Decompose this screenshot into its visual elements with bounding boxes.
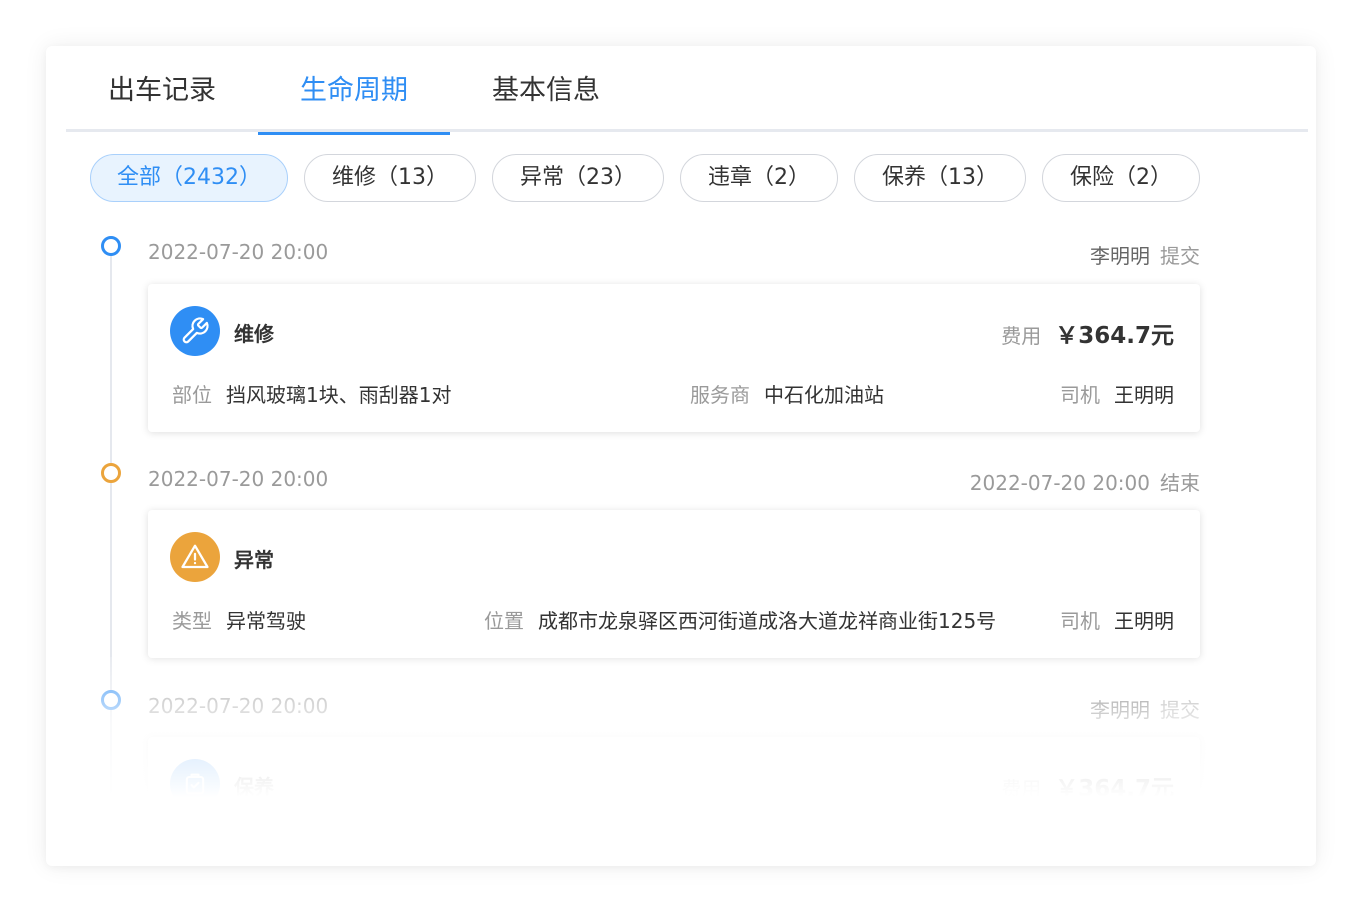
field-value: 成都市龙泉驿区西河街道成洛大道龙祥商业街125号	[538, 609, 997, 633]
card-cost: 费用 ￥364.7元	[1001, 316, 1174, 350]
filter-maintenance[interactable]: 保养（13）	[854, 154, 1026, 202]
entry-time: 2022-07-20 20:00	[148, 694, 329, 718]
field-key: 位置	[484, 609, 524, 633]
field-key: 类型	[172, 609, 212, 633]
timeline-node	[101, 236, 121, 256]
timeline-card-maintenance[interactable]: 保养 费用 ￥364.7元	[148, 737, 1200, 797]
entry-submitter: 李明明	[1090, 698, 1150, 722]
timeline-card-repair[interactable]: 维修 费用 ￥364.7元 部位 挡风玻璃1块、雨刮器1对 服务商 中石化加油站 司机…	[148, 284, 1200, 432]
timeline-card-exception[interactable]: 异常 类型 异常驾驶 位置 成都市龙泉驿区西河街道成洛大道龙祥商业街125号 司机王…	[148, 510, 1200, 658]
entry-meta: 李明明 提交	[1090, 240, 1200, 269]
field-driver: 司机 王明明	[1060, 379, 1174, 408]
cost-label: 费用	[1001, 777, 1042, 797]
field-value: 异常驾驶	[226, 609, 306, 633]
filter-violation[interactable]: 违章（2）	[680, 154, 838, 202]
entry-action: 结束	[1160, 471, 1200, 495]
tab-basic-info[interactable]: 基本信息	[450, 46, 642, 132]
entry-meta: 李明明 提交	[1090, 694, 1200, 723]
tab-lifecycle[interactable]: 生命周期	[258, 46, 450, 135]
card-type: 异常	[234, 548, 274, 572]
field-driver: 司机 王明明	[1060, 605, 1174, 634]
maintenance-icon	[170, 759, 220, 797]
timeline-line	[110, 244, 112, 797]
filter-exception[interactable]: 异常（23）	[492, 154, 664, 202]
entry-meta: 2022-07-20 20:00 结束	[970, 467, 1200, 496]
entry-time: 2022-07-20 20:00	[148, 467, 329, 491]
lifecycle-panel: 出车记录 生命周期 基本信息 全部（2432） 维修（13） 异常（23） 违章…	[46, 46, 1316, 866]
field-type: 类型 异常驾驶	[172, 605, 306, 634]
field-key: 司机	[1060, 383, 1100, 407]
field-location: 位置 成都市龙泉驿区西河街道成洛大道龙祥商业街125号	[484, 605, 996, 634]
field-key: 司机	[1060, 609, 1100, 633]
cost-amount: ￥364.7元	[1055, 776, 1174, 797]
tab-bar: 出车记录 生命周期 基本信息	[66, 46, 1308, 135]
entry-end-time: 2022-07-20 20:00	[969, 471, 1150, 495]
filter-all[interactable]: 全部（2432）	[90, 154, 288, 202]
card-type: 维修	[234, 322, 274, 346]
timeline: 2022-07-20 20:00 李明明 提交 维修 费用 ￥364.7元 部位 挡风…	[46, 232, 1316, 797]
filter-insurance[interactable]: 保险（2）	[1042, 154, 1200, 202]
field-key: 服务商	[690, 383, 750, 407]
warning-icon	[170, 532, 220, 582]
field-provider: 服务商 中石化加油站	[690, 379, 884, 408]
entry-submitter: 李明明	[1090, 244, 1150, 268]
card-type: 保养	[234, 775, 274, 797]
entry-time: 2022-07-20 20:00	[148, 240, 329, 264]
field-value: 中石化加油站	[764, 383, 884, 407]
field-key: 部位	[172, 383, 212, 407]
field-value: 挡风玻璃1块、雨刮器1对	[226, 383, 452, 407]
card-cost: 费用 ￥364.7元	[1001, 769, 1174, 797]
timeline-node	[101, 463, 121, 483]
field-value: 王明明	[1114, 383, 1174, 407]
entry-action: 提交	[1160, 244, 1200, 268]
cost-amount: ￥364.7元	[1055, 323, 1174, 349]
field-part: 部位 挡风玻璃1块、雨刮器1对	[172, 379, 451, 408]
timeline-node	[101, 690, 121, 710]
cost-label: 费用	[1001, 324, 1042, 348]
field-value: 王明明	[1114, 609, 1174, 633]
filter-repair[interactable]: 维修（13）	[304, 154, 476, 202]
tab-trip-records[interactable]: 出车记录	[66, 46, 258, 132]
entry-action: 提交	[1160, 698, 1200, 722]
wrench-icon	[170, 306, 220, 356]
